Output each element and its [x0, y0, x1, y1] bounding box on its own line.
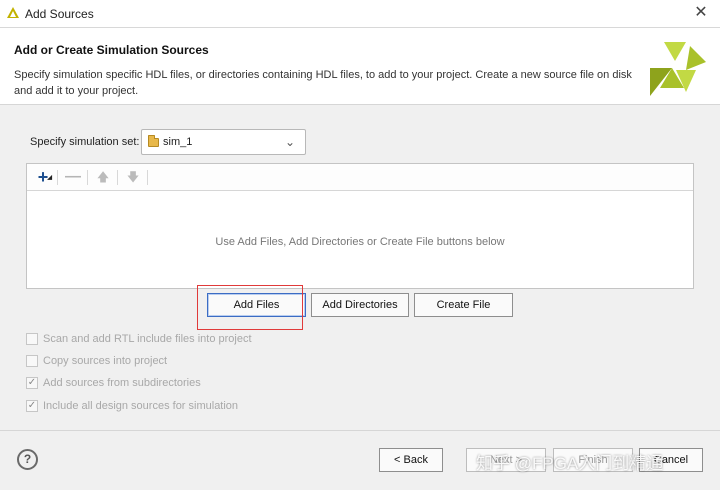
- page-title: Add or Create Simulation Sources: [14, 43, 209, 57]
- folder-icon: [148, 135, 159, 147]
- toolbar-divider: [57, 170, 58, 185]
- source-file-list[interactable]: + ◢ — 🡅 🡇 Use Add Files, Add Directories …: [26, 163, 694, 289]
- toolbar-divider: [87, 170, 88, 185]
- chevron-down-icon: ⌄: [284, 135, 295, 149]
- simulation-set-dropdown[interactable]: sim_1 ⌄: [141, 129, 306, 155]
- add-directories-button[interactable]: Add Directories: [311, 293, 409, 317]
- minus-icon[interactable]: —: [63, 168, 83, 186]
- empty-list-message: Use Add Files, Add Directories or Create…: [215, 236, 505, 248]
- toolbar-divider: [147, 170, 148, 185]
- checkbox[interactable]: [26, 355, 38, 367]
- checkbox-checked[interactable]: ✓: [26, 400, 38, 412]
- plus-icon[interactable]: + ◢: [33, 168, 53, 186]
- toolbar-divider: [117, 170, 118, 185]
- option-label: Add sources from subdirectories: [43, 377, 201, 389]
- vivado-logo-icon: [650, 42, 706, 96]
- page-header: Add or Create Simulation Sources Specify…: [0, 28, 720, 105]
- help-icon[interactable]: ?: [17, 449, 38, 470]
- create-file-button[interactable]: Create File: [414, 293, 513, 317]
- add-files-button[interactable]: Add Files: [207, 293, 306, 317]
- window-title: Add Sources: [25, 7, 94, 21]
- option-label: Copy sources into project: [43, 355, 168, 367]
- simulation-set-label: Specify simulation set:: [30, 136, 140, 148]
- simulation-set-value: sim_1: [163, 136, 193, 148]
- close-icon[interactable]: ✕: [692, 4, 710, 22]
- checkbox[interactable]: [26, 333, 38, 345]
- arrow-down-icon[interactable]: 🡇: [123, 168, 143, 186]
- back-button[interactable]: < Back: [379, 448, 443, 472]
- page-description: Specify simulation specific HDL files, o…: [14, 69, 632, 97]
- checkbox-checked[interactable]: ✓: [26, 377, 38, 389]
- arrow-up-icon[interactable]: 🡅: [93, 168, 113, 186]
- title-bar: Add Sources ✕: [0, 0, 720, 28]
- cancel-button[interactable]: Cancel: [639, 448, 703, 472]
- file-list-toolbar: + ◢ — 🡅 🡇: [27, 164, 693, 191]
- option-label: Scan and add RTL include files into proj…: [43, 333, 252, 345]
- app-logo-icon: [7, 7, 19, 18]
- finish-button[interactable]: Finish: [553, 448, 633, 472]
- option-label: Include all design sources for simulatio…: [43, 400, 239, 412]
- next-button[interactable]: Next >: [466, 448, 546, 472]
